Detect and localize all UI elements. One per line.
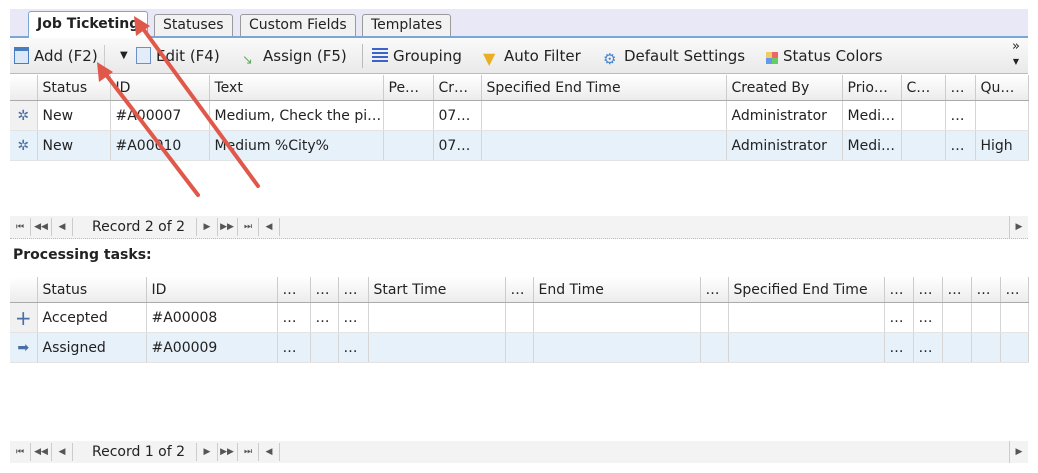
annotation-arrows: [97, 16, 260, 197]
annotation-arrow-tab: [139, 24, 260, 188]
annotation-arrow-add: [102, 70, 200, 197]
